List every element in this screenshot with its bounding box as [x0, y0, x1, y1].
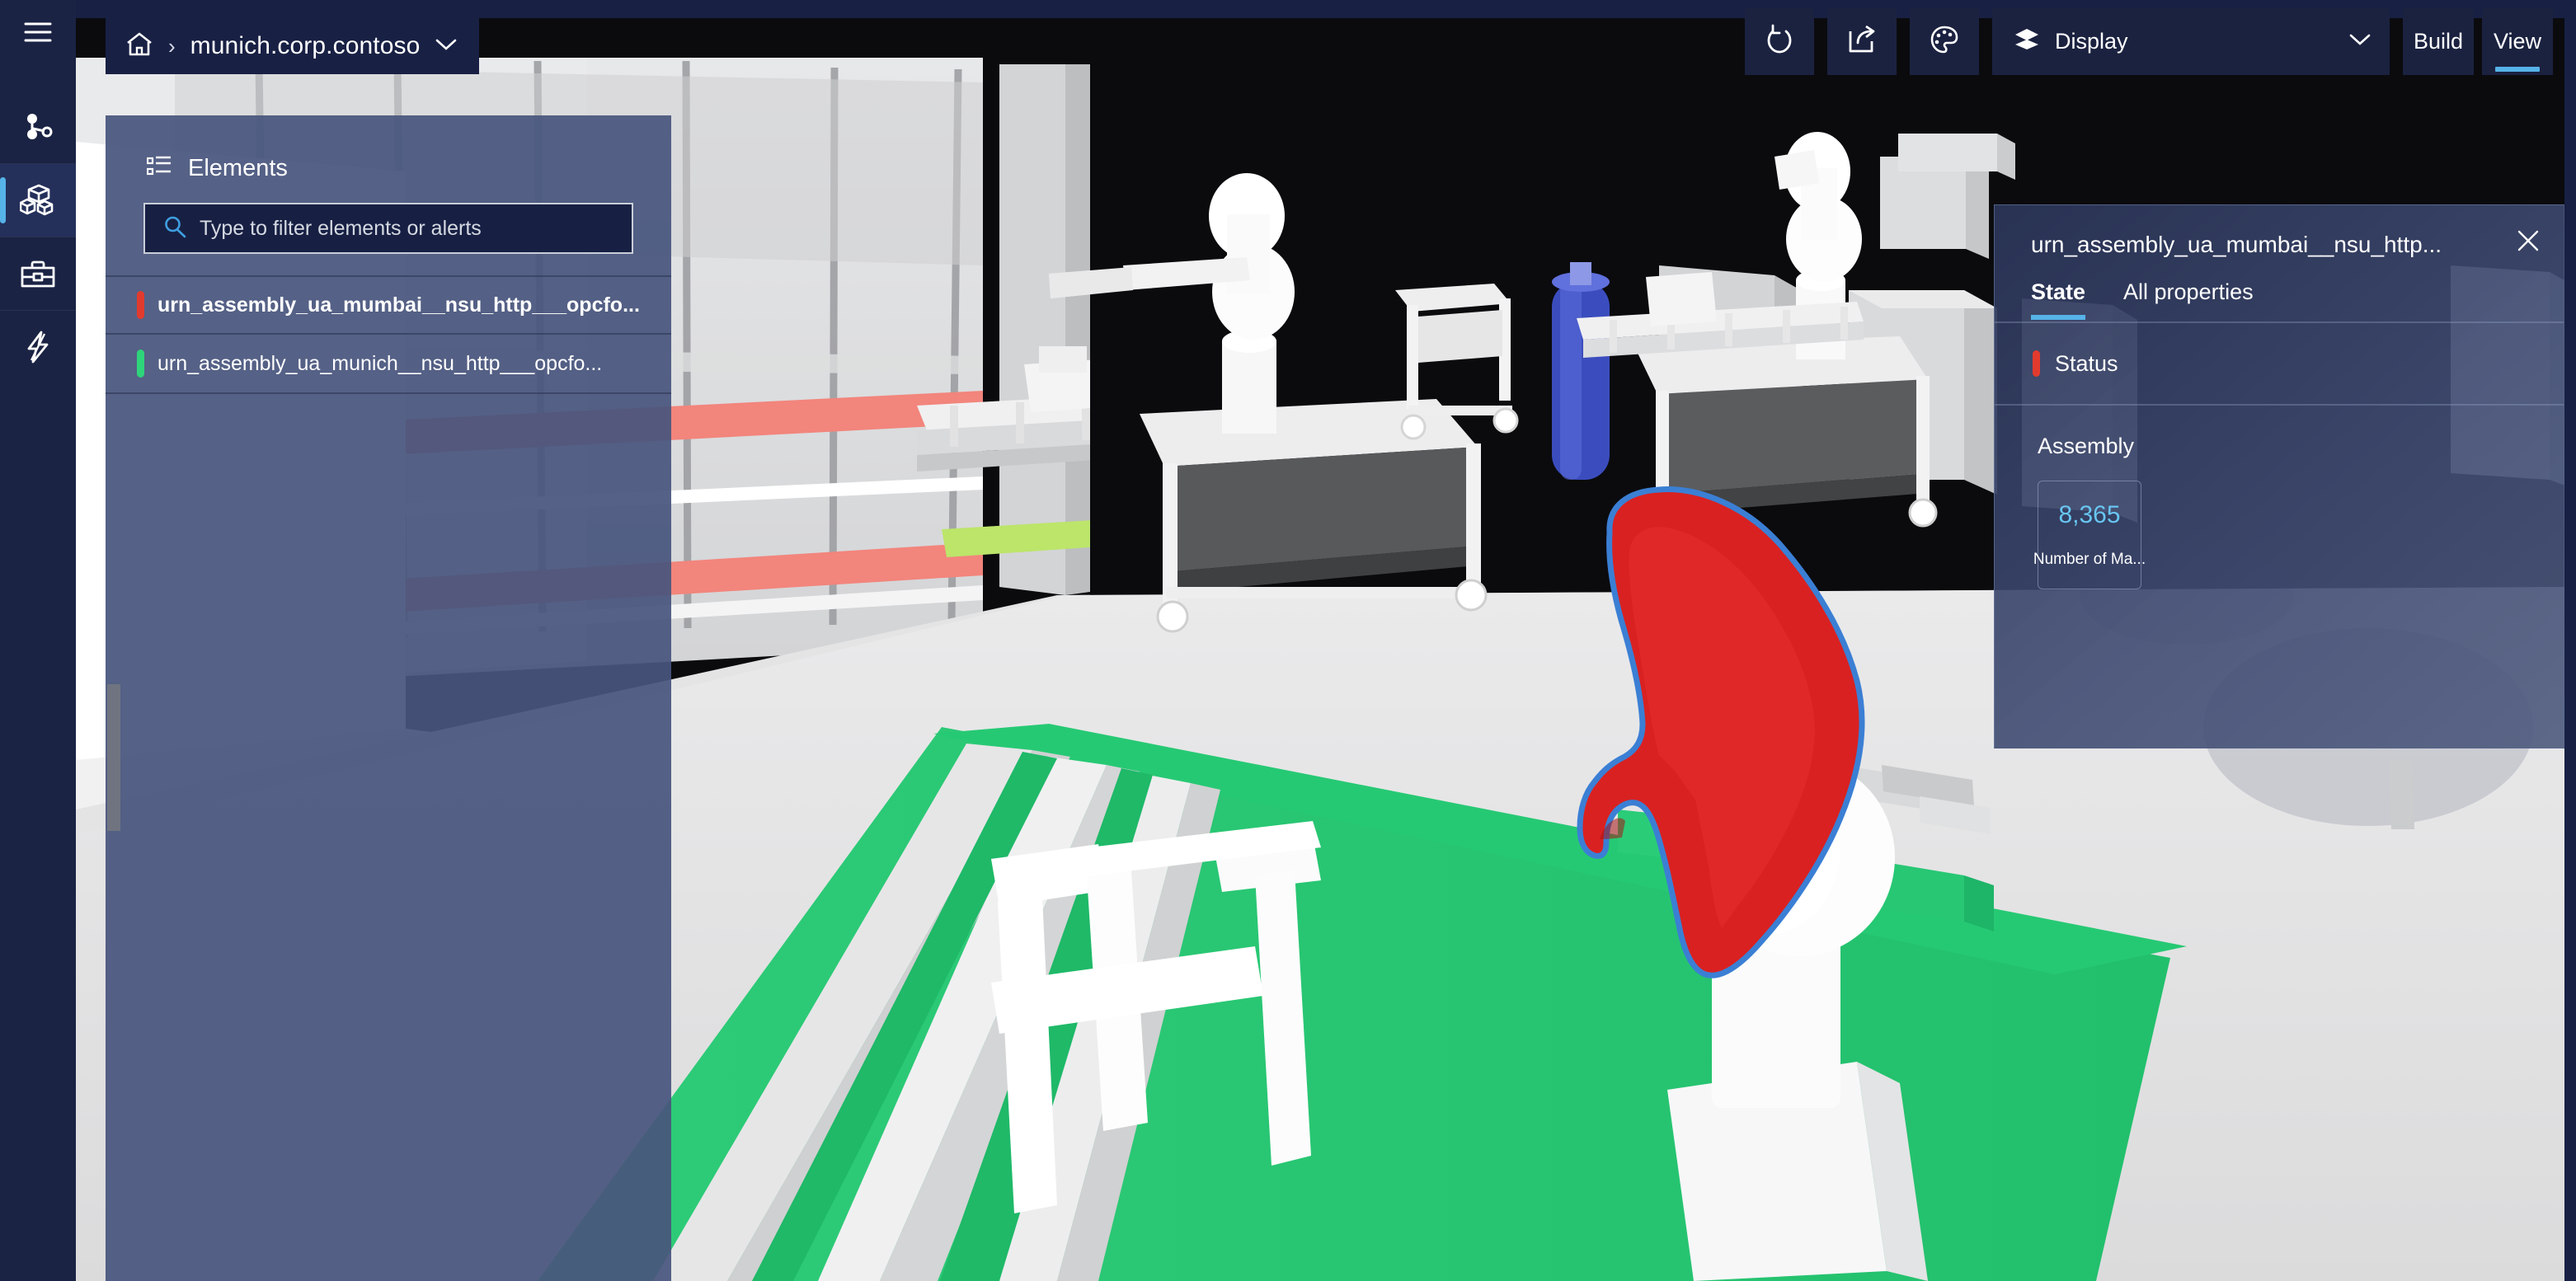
- elements-panel-title: Elements: [188, 154, 288, 181]
- tab-state[interactable]: State: [2031, 279, 2086, 321]
- hamburger-icon: [24, 21, 52, 43]
- list-filter-icon: [146, 156, 172, 181]
- sidebar-item-power[interactable]: [0, 311, 76, 383]
- tab-view-label: View: [2493, 28, 2542, 54]
- display-dropdown[interactable]: Display: [1992, 7, 2390, 75]
- search-field[interactable]: [143, 203, 633, 254]
- assembly-section-title: Assembly: [2038, 434, 2135, 458]
- graph-node-icon: [21, 110, 54, 143]
- assembly-section: Assembly 8,365 Number of Ma...: [1995, 406, 2564, 589]
- status-badge: [137, 291, 144, 319]
- page-scrollbar[interactable]: [2564, 18, 2576, 1281]
- tab-view[interactable]: View: [2482, 7, 2553, 75]
- hamburger-menu-button[interactable]: [0, 0, 76, 64]
- kpi-card[interactable]: 8,365 Number of Ma...: [2033, 481, 2146, 589]
- status-badge: [2033, 350, 2040, 377]
- tab-build-label: Build: [2413, 28, 2464, 54]
- status-badge: [137, 350, 144, 378]
- sidebar-item-topology[interactable]: [0, 91, 76, 163]
- refresh-icon: [1765, 24, 1793, 59]
- app-root: › munich.corp.contoso Display Build View…: [0, 0, 2576, 1281]
- elements-panel: Elements urn_assembly_ua_mumbai__nsu_htt…: [106, 115, 671, 1281]
- properties-panel-title: urn_assembly_ua_mumbai__nsu_http...: [2031, 232, 2442, 257]
- tab-state-label: State: [2031, 279, 2086, 304]
- kpi-card-label: Number of Ma...: [2033, 551, 2146, 568]
- properties-panel: urn_assembly_ua_mumbai__nsu_http... Stat…: [1994, 204, 2564, 748]
- kpi-card-value: 8,365: [2058, 501, 2121, 528]
- share-icon: [1847, 25, 1877, 59]
- properties-panel-header: urn_assembly_ua_mumbai__nsu_http...: [1995, 205, 2564, 258]
- sidebar-item-scenes[interactable]: [0, 164, 76, 237]
- elements-panel-header: Elements: [106, 115, 671, 191]
- palette-icon: [1930, 25, 1959, 59]
- breadcrumb[interactable]: › munich.corp.contoso: [106, 18, 480, 74]
- tab-all-properties[interactable]: All properties: [2123, 279, 2254, 321]
- elements-list: urn_assembly_ua_mumbai__nsu_http___opcfo…: [106, 275, 671, 394]
- theme-button[interactable]: [1910, 7, 1979, 75]
- chevron-down-icon[interactable]: [435, 37, 458, 56]
- display-dropdown-label: Display: [2055, 28, 2128, 54]
- elements-search-wrap: [106, 191, 671, 254]
- tab-build[interactable]: Build: [2403, 7, 2474, 75]
- sidebar-item-tools[interactable]: [0, 237, 76, 310]
- home-icon[interactable]: [125, 31, 153, 62]
- lightning-bolt-icon: [23, 331, 53, 364]
- list-item-label: urn_assembly_ua_munich__nsu_http___opcfo…: [157, 351, 603, 375]
- list-item-label: urn_assembly_ua_mumbai__nsu_http___opcfo…: [157, 293, 640, 317]
- boxes-3d-icon: [20, 184, 56, 217]
- layers-icon: [2014, 26, 2040, 57]
- search-icon: [163, 215, 186, 242]
- status-label: Status: [2055, 350, 2118, 376]
- share-button[interactable]: [1827, 7, 1897, 75]
- search-input[interactable]: [200, 216, 632, 241]
- list-item[interactable]: urn_assembly_ua_munich__nsu_http___opcfo…: [106, 335, 671, 394]
- toolbox-icon: [21, 260, 55, 288]
- list-item[interactable]: urn_assembly_ua_mumbai__nsu_http___opcfo…: [106, 275, 671, 335]
- left-nav-rail: [0, 0, 76, 1281]
- chevron-down-icon: [2348, 32, 2372, 51]
- breadcrumb-label: munich.corp.contoso: [190, 32, 421, 59]
- breadcrumb-separator: ›: [168, 34, 176, 59]
- properties-panel-tabs: State All properties: [1995, 258, 2564, 321]
- viewer-toolbar: Display Build View: [1745, 0, 2576, 79]
- rail-gap-1: [0, 64, 76, 91]
- status-row: Status: [1995, 323, 2564, 404]
- close-icon: [2516, 230, 2541, 256]
- tab-all-properties-label: All properties: [2123, 279, 2254, 304]
- close-button[interactable]: [2516, 228, 2541, 257]
- refresh-button[interactable]: [1745, 7, 1814, 75]
- elements-panel-scrollbar[interactable]: [107, 115, 120, 1281]
- scrollbar-thumb[interactable]: [107, 684, 120, 831]
